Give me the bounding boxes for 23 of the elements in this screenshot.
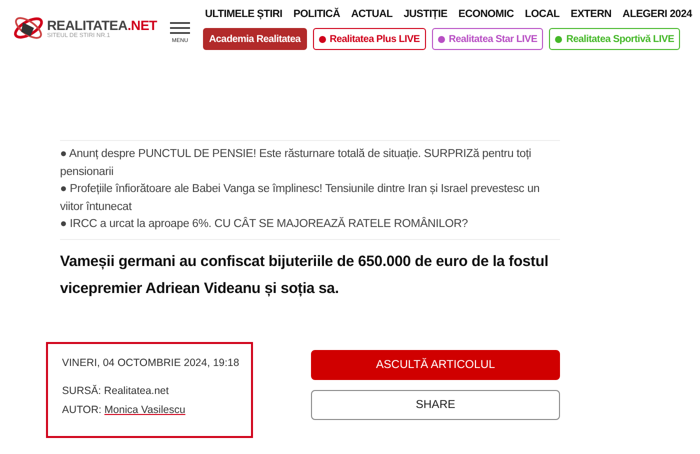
nav-link[interactable]: JUSTIȚIE	[404, 8, 448, 20]
related-article-link[interactable]: ● IRCC a urcat la aproape 6%. CU CÂT SE MAJOREAZĂ RATELE ROMÂNILOR?	[60, 216, 560, 234]
logo-text: REALITATEA.NET	[46, 18, 157, 32]
related-article-link[interactable]: ● Profețiile înfiorătoare ale Babei Vanga se împlinesc! Tensiunile dintre Iran și Israel prevestesc un viitor întunecat	[60, 181, 560, 216]
nav-link[interactable]: EXTERN	[570, 8, 612, 20]
share-button[interactable]: SHARE	[311, 390, 560, 420]
menu-icon	[170, 22, 190, 34]
nav-link[interactable]: POLITICĂ	[293, 8, 340, 20]
article-headline: Vameșii germani au confiscat bijuteriile de 650.000 de euro de la fostul vicepremier Adriean Videanu și soția sa.	[60, 252, 550, 298]
nav-link[interactable]: ALEGERI 2024	[622, 8, 692, 20]
author-label: AUTOR:	[62, 404, 102, 416]
related-article-link[interactable]: ● Anunț despre PUNCTUL DE PENSIE! Este răsturnare totală de situație. SURPRIZă pentru toți pensionarii	[60, 146, 560, 181]
live-link[interactable]: Academia Realitatea	[203, 28, 307, 50]
nav-link[interactable]: LOCAL	[524, 8, 560, 20]
source-line: SURSĂ: Realitatea.net	[62, 384, 170, 396]
nav-link[interactable]: ECONOMIC	[458, 8, 514, 20]
live-link[interactable]: Realitatea Plus LIVE	[312, 28, 426, 50]
nav-link[interactable]: ACTUAL	[351, 8, 392, 20]
nav-link[interactable]: ULTIMELE ȘTIRI	[205, 8, 282, 20]
live-link[interactable]: Realitatea Star LIVE	[432, 28, 544, 50]
author-link[interactable]: Monica Vasilescu	[104, 404, 186, 416]
publish-date: VINERI, 04 OCTOMBRIE 2024, 19:18	[62, 356, 237, 368]
listen-button[interactable]: ASCULTĂ ARTICOLUL	[311, 350, 560, 380]
